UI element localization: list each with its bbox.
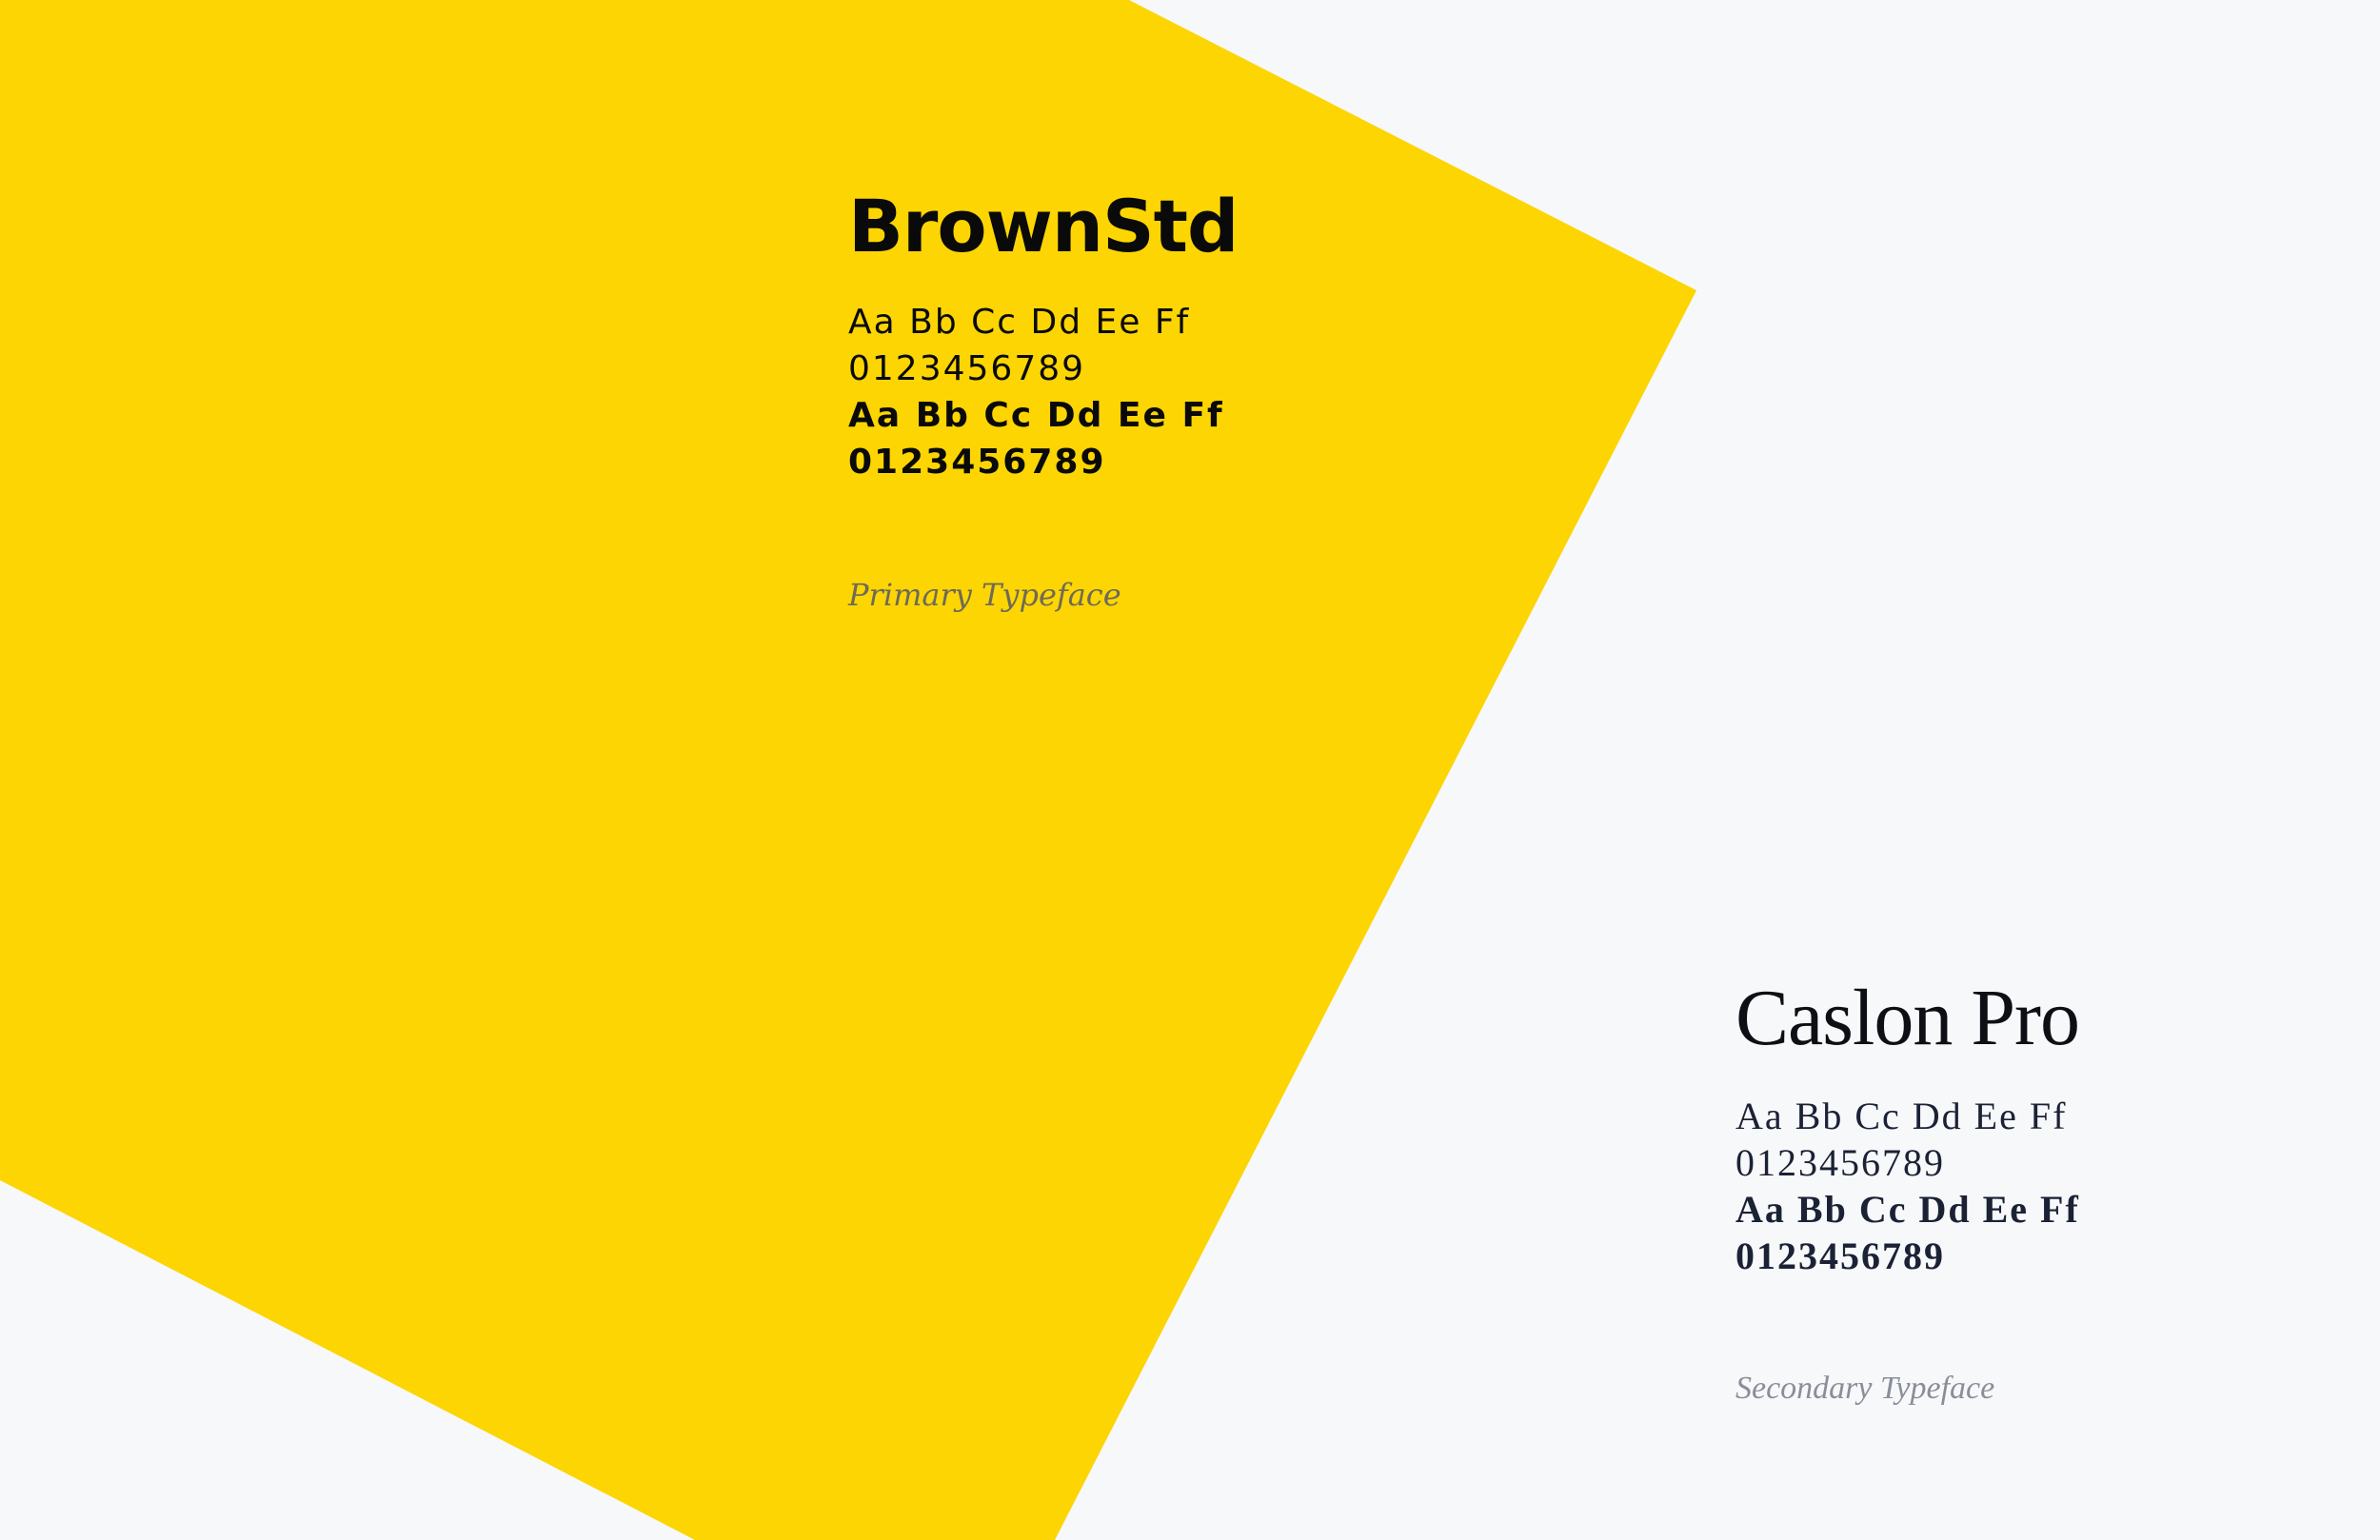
secondary-bold-numbers: 0123456789 xyxy=(1735,1234,1945,1277)
secondary-regular-numbers: 0123456789 xyxy=(1735,1141,1945,1184)
secondary-bold-letters: Aa Bb Cc Dd Ee Ff xyxy=(1735,1188,2080,1231)
secondary-typeface-name: Caslon Pro xyxy=(1735,974,2080,1062)
primary-typeface-caption: Primary Typeface xyxy=(848,577,1121,613)
primary-regular-numbers: 0123456789 xyxy=(848,349,1086,388)
primary-typeface-name: BrownStd xyxy=(848,184,1239,268)
primary-bold-letters: Aa Bb Cc Dd Ee Ff xyxy=(848,396,1224,435)
primary-bold-numbers: 0123456789 xyxy=(848,443,1106,482)
secondary-regular-letters: Aa Bb Cc Dd Ee Ff xyxy=(1735,1095,2068,1137)
secondary-typeface-caption: Secondary Typeface xyxy=(1735,1371,1995,1406)
primary-regular-letters: Aa Bb Cc Dd Ee Ff xyxy=(848,303,1191,342)
secondary-typeface-block: Caslon Pro Aa Bb Cc Dd Ee Ff 0123456789 … xyxy=(1735,978,2080,1407)
primary-typeface-block: BrownStd Aa Bb Cc Dd Ee Ff 0123456789 Aa… xyxy=(848,184,1239,614)
